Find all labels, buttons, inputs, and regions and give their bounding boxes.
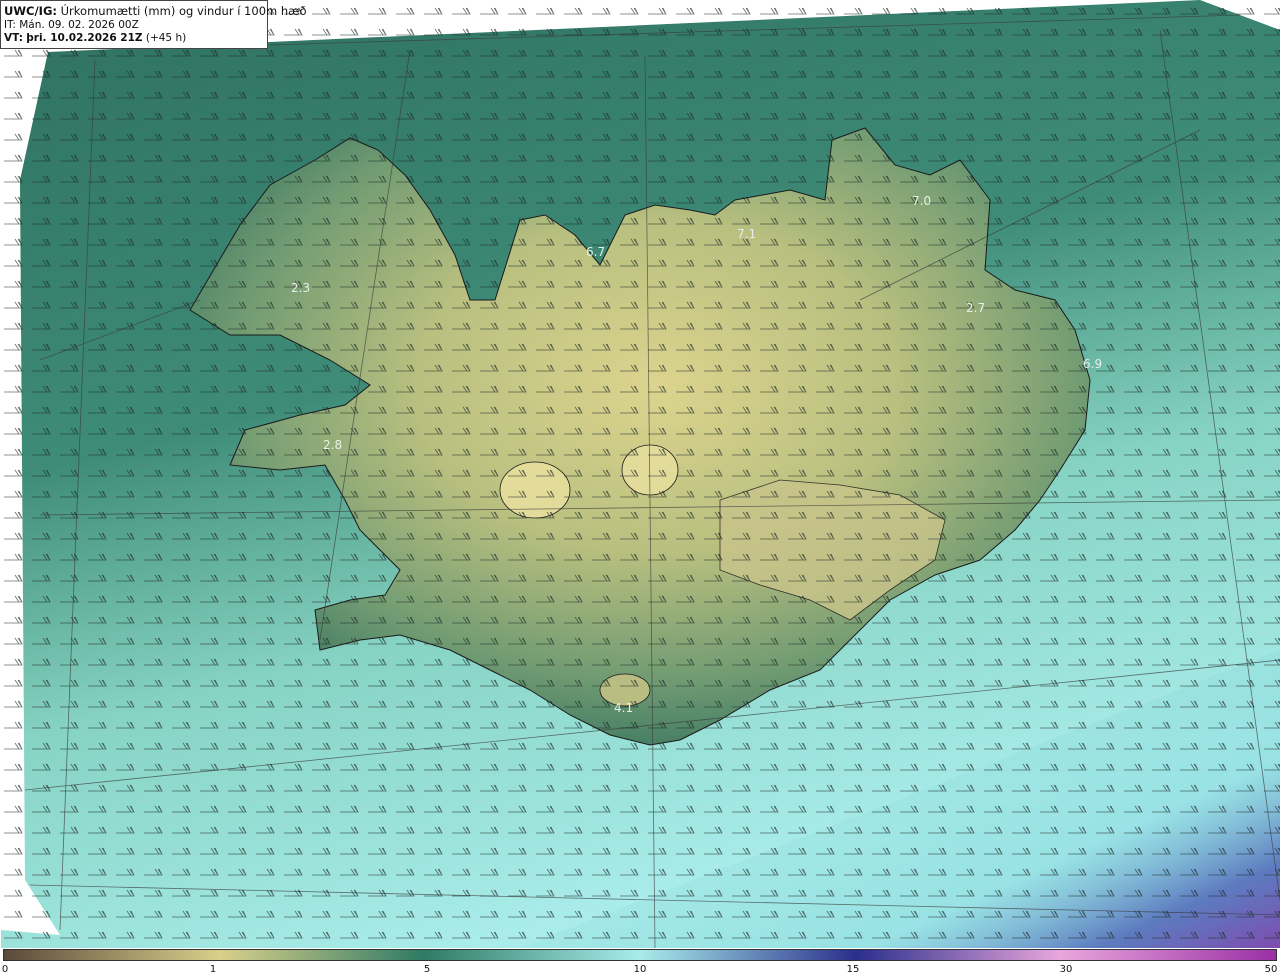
precipitation-map[interactable]: 2.3 6.7 7.1 7.0 2.7 6.9 2.8 4.1 <box>0 0 1280 948</box>
colorbar-gradient <box>3 949 1277 961</box>
point-value: 4.1 <box>614 701 633 715</box>
colorbar-tick-50: 50 <box>1264 964 1278 975</box>
colorbar-tick-5: 5 <box>423 964 431 975</box>
wind-barbs <box>0 0 1280 948</box>
point-value: 6.9 <box>1083 357 1102 371</box>
colorbar-tick-10: 10 <box>633 964 647 975</box>
point-value: 7.1 <box>737 227 756 241</box>
point-value: 7.0 <box>912 194 931 208</box>
title-line-valid: VT: þri. 10.02.2026 21Z (+45 h) <box>4 32 187 44</box>
point-value: 2.3 <box>291 281 310 295</box>
colorbar-tick-0: 0 <box>1 964 9 975</box>
colorbar-tick-30: 30 <box>1059 964 1073 975</box>
point-value: 2.7 <box>966 301 985 315</box>
colorbar-tick-15: 15 <box>846 964 860 975</box>
title-line-field: UWC/IG: Úrkomumætti (mm) og vindur í 100… <box>4 4 307 18</box>
point-value: 6.7 <box>586 245 605 259</box>
map-title-box: UWC/IG: Úrkomumætti (mm) og vindur í 100… <box>0 0 307 49</box>
colorbar: 0 1 5 10 15 30 50 <box>0 948 1280 978</box>
title-line-init: IT: Mán. 09. 02. 2026 00Z <box>4 19 139 31</box>
point-value: 2.8 <box>323 438 342 452</box>
colorbar-tick-1: 1 <box>209 964 217 975</box>
